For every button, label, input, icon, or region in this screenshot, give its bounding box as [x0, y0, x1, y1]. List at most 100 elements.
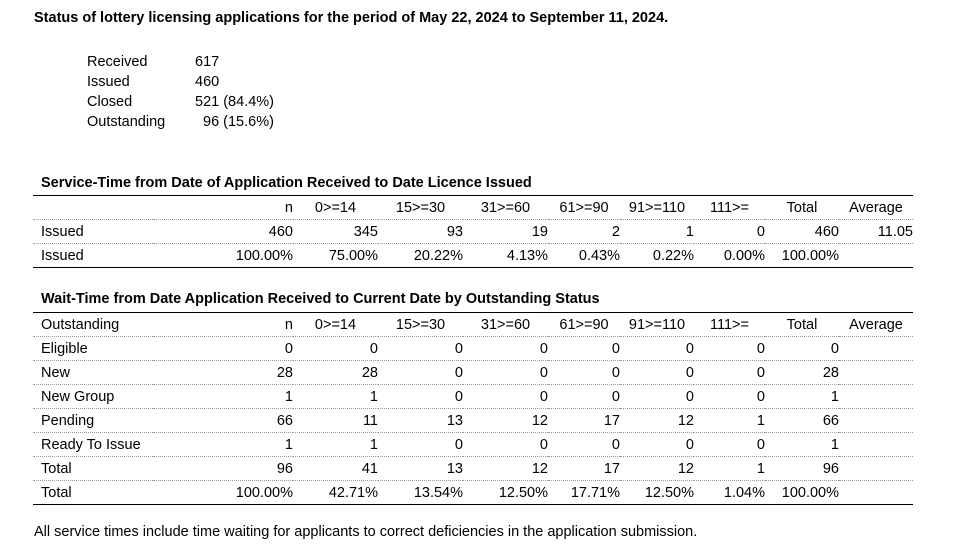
- table-cell: 1: [153, 384, 293, 409]
- table-cell: [839, 432, 913, 457]
- table-cell: 12: [620, 408, 694, 433]
- table-cell: 0: [153, 336, 293, 361]
- column-header: n: [153, 312, 293, 337]
- column-header: 15>=30: [378, 312, 463, 337]
- table-cell: 0: [548, 384, 620, 409]
- table-cell: 1: [765, 384, 839, 409]
- table-cell: 0: [548, 336, 620, 361]
- summary-row: Issued 460: [87, 72, 274, 92]
- table-cell: 96: [765, 456, 839, 481]
- column-header: Total: [765, 195, 839, 220]
- column-header: 61>=90: [548, 312, 620, 337]
- row-label: Eligible: [33, 336, 153, 361]
- table-cell: [839, 384, 913, 409]
- table-cell: 1.04%: [694, 480, 765, 505]
- table-cell: 20.22%: [378, 243, 463, 268]
- summary-row: Received 617: [87, 52, 274, 72]
- row-label: Issued: [33, 243, 153, 268]
- table-cell: 345: [293, 219, 378, 244]
- summary-label: Outstanding: [87, 114, 166, 130]
- row-label: New: [33, 360, 153, 385]
- column-header: 61>=90: [548, 195, 620, 220]
- column-header: 91>=110: [620, 312, 694, 337]
- table-cell: 75.00%: [293, 243, 378, 268]
- table-cell: 0: [463, 336, 548, 361]
- table-cell: 11.05: [839, 219, 913, 244]
- column-header: 91>=110: [620, 195, 694, 220]
- column-header: 31>=60: [463, 195, 548, 220]
- table-cell: 0: [378, 336, 463, 361]
- header-row: n 0>=14 15>=30 31>=60 61>=90 91>=110 111>= Tota…: [33, 195, 913, 220]
- table-cell: 2: [548, 219, 620, 244]
- table-cell: 13: [378, 456, 463, 481]
- summary-value: 460: [195, 74, 220, 90]
- table-cell: 17.71%: [548, 480, 620, 505]
- table-cell: 0: [765, 336, 839, 361]
- summary-value: 617: [195, 54, 220, 70]
- table-cell: 100.00%: [153, 480, 293, 505]
- column-header: [33, 195, 153, 220]
- table-cell: 0: [378, 432, 463, 457]
- summary-value: 96 (15.6%): [203, 114, 274, 130]
- table-row: Eligible 0 0 0 0 0 0 0 0: [33, 336, 913, 361]
- header-row: Outstanding n 0>=14 15>=30 31>=60 61>=90 91>=1…: [33, 312, 913, 337]
- footnote: All service times include time waiting f…: [34, 524, 698, 540]
- summary-label: Received: [87, 54, 148, 70]
- table-row: Pending 66 11 13 12 17 12 1 66: [33, 408, 913, 433]
- row-label: New Group: [33, 384, 153, 409]
- table-cell: 0.22%: [620, 243, 694, 268]
- row-label: Total: [33, 456, 153, 481]
- table-cell: 1: [620, 219, 694, 244]
- summary-row: Outstanding 96 (15.6%): [87, 112, 274, 132]
- column-header: Average: [839, 312, 913, 337]
- table-cell: 12: [463, 456, 548, 481]
- column-header: 15>=30: [378, 195, 463, 220]
- table-cell: 1: [293, 384, 378, 409]
- table-cell: 0: [378, 360, 463, 385]
- table-cell: 41: [293, 456, 378, 481]
- table-cell: 12: [463, 408, 548, 433]
- table-cell: [839, 336, 913, 361]
- table-cell: 0: [548, 360, 620, 385]
- table-cell: 19: [463, 219, 548, 244]
- table-row: New 28 28 0 0 0 0 0 28: [33, 360, 913, 385]
- table-cell: 1: [694, 456, 765, 481]
- table-cell: [839, 360, 913, 385]
- table-row: Total 96 41 13 12 17 12 1 96: [33, 456, 913, 481]
- column-header: 111>=: [694, 195, 765, 220]
- table-cell: 0: [620, 432, 694, 457]
- table-row: Issued 460 345 93 19 2 1 0 460 11.05: [33, 219, 913, 244]
- table-cell: 0: [548, 432, 620, 457]
- table-cell: 13.54%: [378, 480, 463, 505]
- row-label: Total: [33, 480, 153, 505]
- table-cell: [839, 480, 913, 505]
- table-cell: 4.13%: [463, 243, 548, 268]
- column-header: Outstanding: [33, 312, 153, 337]
- table-row: Total 100.00% 42.71% 13.54% 12.50% 17.71% 12.5…: [33, 480, 913, 505]
- column-header: n: [153, 195, 293, 220]
- table-cell: 13: [378, 408, 463, 433]
- column-header: 31>=60: [463, 312, 548, 337]
- table-cell: 100.00%: [765, 480, 839, 505]
- column-header: Average: [839, 195, 913, 220]
- table-cell: 1: [694, 408, 765, 433]
- wait-time-title: Wait-Time from Date Application Received…: [41, 291, 600, 307]
- table-cell: 66: [153, 408, 293, 433]
- table-cell: 0: [463, 384, 548, 409]
- table-cell: 11: [293, 408, 378, 433]
- service-time-title: Service-Time from Date of Application Re…: [41, 175, 532, 191]
- table-row: Ready To Issue 1 1 0 0 0 0 0 1: [33, 432, 913, 457]
- table-cell: 0: [293, 336, 378, 361]
- table-cell: 1: [293, 432, 378, 457]
- table-cell: 17: [548, 456, 620, 481]
- table-cell: 0: [378, 384, 463, 409]
- service-time-table: n 0>=14 15>=30 31>=60 61>=90 91>=110 111>= Tota…: [33, 195, 913, 268]
- table-cell: 93: [378, 219, 463, 244]
- table-cell: 12.50%: [620, 480, 694, 505]
- table-row: New Group 1 1 0 0 0 0 0 1: [33, 384, 913, 409]
- table-cell: 100.00%: [153, 243, 293, 268]
- table-cell: 100.00%: [765, 243, 839, 268]
- table-cell: 460: [765, 219, 839, 244]
- table-cell: 96: [153, 456, 293, 481]
- table-cell: 1: [765, 432, 839, 457]
